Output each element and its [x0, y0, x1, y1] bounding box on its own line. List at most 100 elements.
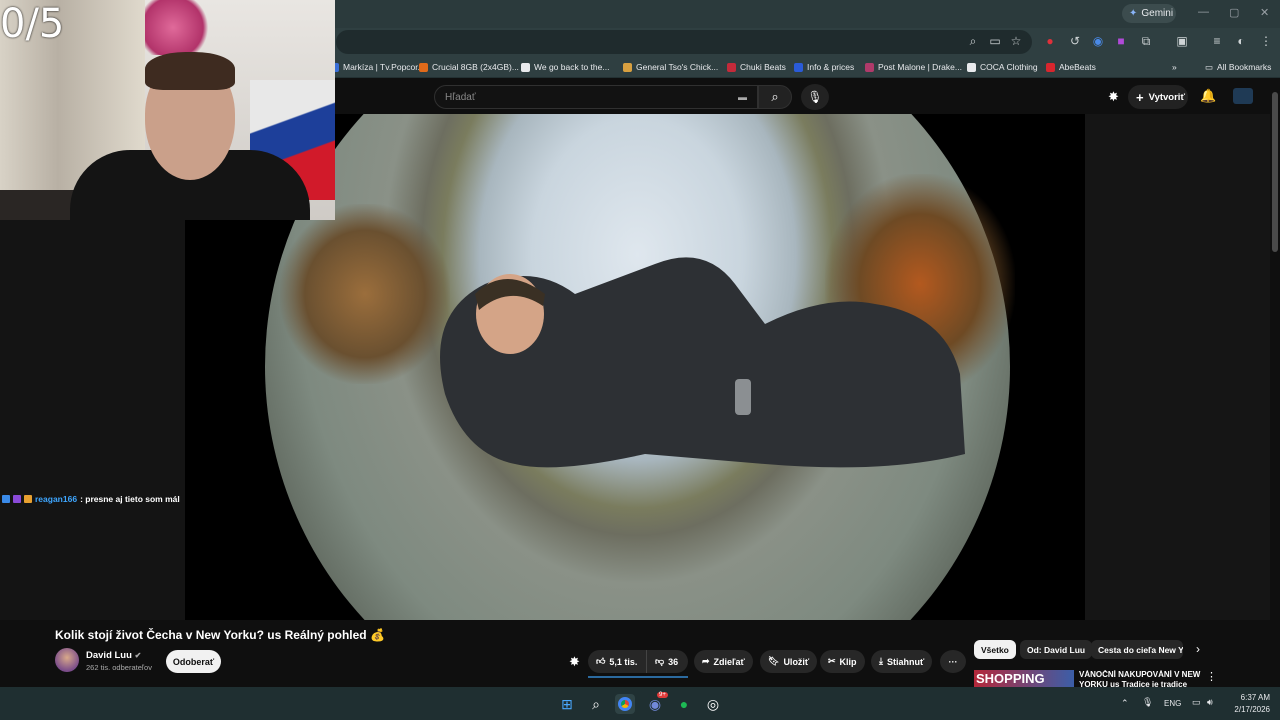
- create-button[interactable]: + Vytvoriť: [1128, 85, 1188, 109]
- bookmark-item[interactable]: General Tso's Chick...: [623, 56, 718, 78]
- clip-button[interactable]: ✂ Klip: [820, 650, 865, 673]
- clock-date[interactable]: 2/17/2026: [1222, 705, 1270, 714]
- voice-search-button[interactable]: 🎙: [801, 84, 829, 110]
- extensions-icon[interactable]: ⧉: [1139, 34, 1153, 48]
- chevron-right-icon[interactable]: ›: [1196, 642, 1200, 656]
- extension-record-icon[interactable]: ●: [1043, 34, 1057, 48]
- bookmark-star-icon[interactable]: ☆: [1009, 34, 1023, 48]
- bookmark-label: Markíza | Tv.Popcor...: [343, 62, 425, 72]
- search-input[interactable]: Hľadať ▬: [434, 85, 758, 109]
- download-button[interactable]: ⤓ Stiahnuť: [871, 650, 933, 673]
- save-label: Uložiť: [783, 656, 810, 667]
- chat-message: reagan166 : presne aj tieto som mál: [2, 494, 180, 504]
- dislike-button[interactable]: 👎︎ 36: [646, 650, 688, 673]
- thumbs-down-icon: 👎︎: [655, 656, 665, 666]
- recommendation-menu-icon[interactable]: ⋮: [1206, 670, 1217, 683]
- search-button[interactable]: ⌕: [758, 85, 792, 109]
- input-language[interactable]: ENG: [1164, 699, 1181, 708]
- bookmark-item[interactable]: Post Malone | Drake...: [865, 56, 962, 78]
- bookmark-favicon: [419, 62, 428, 72]
- chrome-icon[interactable]: [615, 694, 635, 714]
- bookmark-favicon: [727, 62, 736, 72]
- chip-all[interactable]: Všetko: [974, 640, 1016, 659]
- chip-playlist[interactable]: Cesta do cieľa New Yo: [1091, 640, 1183, 659]
- chat-text: : presne aj tieto som mál: [80, 494, 180, 504]
- bookmark-label: COCA Clothing: [980, 62, 1038, 72]
- subscriber-count: 262 tis. odberateľov: [86, 663, 152, 672]
- folder-icon: ▭: [1205, 61, 1214, 72]
- gear-action-icon[interactable]: ✸: [569, 654, 580, 670]
- chat-badge-icon: [13, 495, 21, 503]
- minimize-icon[interactable]: —: [1198, 6, 1209, 18]
- bookmark-favicon: [967, 62, 976, 72]
- browser-menu-icon[interactable]: ⋮: [1259, 34, 1273, 48]
- chat-username: reagan166: [35, 494, 78, 504]
- extension-purple-icon[interactable]: ■: [1114, 34, 1128, 48]
- discord-badge: 9+: [657, 692, 668, 698]
- windows-start-icon[interactable]: ⊞: [557, 694, 577, 714]
- bookmark-label: Info & prices: [807, 62, 855, 72]
- recommendation-title[interactable]: VÁNOČNÍ NAKUPOVÁNÍ V NEW YORKU us Tradic…: [1079, 670, 1204, 687]
- taskbar-search-icon[interactable]: ⌕: [586, 694, 606, 714]
- gear-settings-icon[interactable]: ✸: [1108, 89, 1119, 105]
- chat-overlay: [0, 220, 185, 620]
- gemini-label: Gemini: [1141, 8, 1174, 19]
- save-button[interactable]: 🔖︎ Uložiť: [760, 650, 818, 673]
- spotify-icon[interactable]: ●: [674, 694, 694, 714]
- bookmark-label: General Tso's Chick...: [636, 62, 719, 72]
- all-bookmarks[interactable]: ▭ All Bookmarks: [1205, 56, 1271, 78]
- tray-network-icon[interactable]: ▭: [1192, 697, 1201, 708]
- like-button[interactable]: 👍︎ 5,1 tis.: [588, 650, 646, 673]
- channel-avatar[interactable]: [55, 648, 79, 672]
- share-button[interactable]: ➦ Zdieľať: [694, 650, 753, 673]
- bookmark-item[interactable]: COCA Clothing: [967, 56, 1038, 78]
- extension-audio-icon[interactable]: ◉: [1091, 34, 1105, 48]
- verified-icon: ✔: [134, 651, 142, 660]
- address-bar[interactable]: [336, 30, 1032, 54]
- tray-mic-icon[interactable]: 🎙︎: [1142, 697, 1153, 708]
- share-icon: ➦: [702, 656, 710, 666]
- extension-arrow-icon[interactable]: ↺: [1068, 34, 1082, 48]
- maximize-icon[interactable]: ▢: [1229, 6, 1239, 19]
- bookmark-item[interactable]: AbeBeats: [1046, 56, 1096, 78]
- create-label: Vytvoriť: [1148, 91, 1185, 103]
- download-icon: ⤓: [879, 656, 883, 666]
- webcam-plush-toy: [145, 0, 215, 55]
- page-scrollbar-thumb[interactable]: [1272, 92, 1278, 252]
- bookmark-label: Post Malone | Drake...: [878, 62, 962, 72]
- profile-avatar-icon[interactable]: ◐: [1234, 34, 1248, 48]
- channel-name[interactable]: David Luu ✔: [86, 650, 141, 661]
- cast-icon[interactable]: ▭: [988, 34, 1002, 48]
- obs-icon[interactable]: ◎: [703, 694, 723, 714]
- search-placeholder: Hľadať: [445, 92, 476, 103]
- media-controls-icon[interactable]: ≡: [1210, 34, 1224, 48]
- bookmark-item[interactable]: We go back to the...: [521, 56, 609, 78]
- bookmarks-overflow-icon[interactable]: »: [1172, 56, 1177, 78]
- bookmark-item[interactable]: Markíza | Tv.Popcor...: [330, 56, 425, 78]
- thumbs-up-icon: 👍︎: [596, 656, 606, 666]
- zoom-icon[interactable]: ⌕: [966, 34, 980, 48]
- dislike-count: 36: [668, 656, 679, 667]
- windows-taskbar: [0, 687, 1280, 720]
- bookmark-item[interactable]: Info & prices: [794, 56, 854, 78]
- account-avatar[interactable]: [1233, 88, 1253, 104]
- scissors-icon: ✂: [828, 656, 836, 666]
- bookmark-item[interactable]: Chuki Beats: [727, 56, 786, 78]
- chip-from-channel[interactable]: Od: David Luu: [1020, 640, 1093, 659]
- bookmark-item[interactable]: Crucial 8GB (2x4GB)...: [419, 56, 519, 78]
- subscribe-button[interactable]: Odoberať: [166, 650, 221, 673]
- sidepanel-icon[interactable]: ▣: [1175, 34, 1189, 48]
- more-actions-button[interactable]: ···: [940, 650, 966, 673]
- notifications-bell-icon[interactable]: 🔔: [1200, 88, 1216, 104]
- channel-name-text: David Luu: [86, 650, 132, 661]
- clock-time[interactable]: 6:37 AM: [1230, 693, 1270, 702]
- gemini-button[interactable]: ✦ Gemini: [1122, 4, 1176, 23]
- keyboard-icon[interactable]: ▬: [738, 92, 747, 102]
- bookmark-favicon: [1046, 62, 1055, 72]
- close-icon[interactable]: ✕: [1260, 6, 1269, 19]
- webcam-person-hair: [145, 52, 235, 90]
- tray-volume-icon[interactable]: 🔊︎: [1207, 697, 1213, 708]
- recommendation-thumbnail[interactable]: SHOPPING: [974, 670, 1074, 687]
- tray-overflow-icon[interactable]: ⌃: [1121, 698, 1129, 709]
- all-bookmarks-label: All Bookmarks: [1217, 62, 1272, 72]
